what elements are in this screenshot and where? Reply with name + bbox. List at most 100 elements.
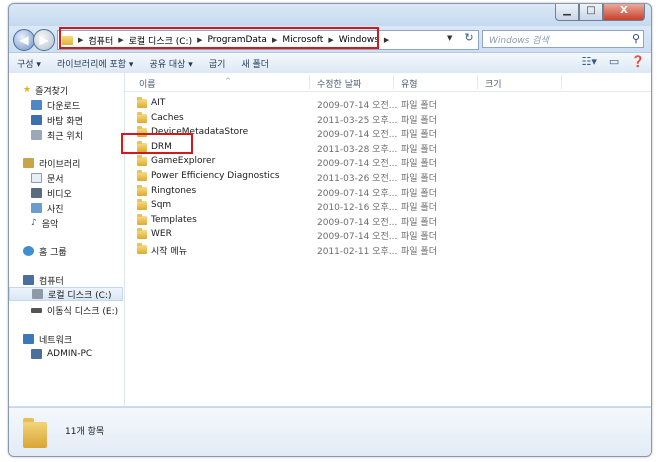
sidebar-label: 최근 위치 (47, 131, 83, 142)
folder-icon (137, 228, 147, 240)
file-row[interactable]: 시작 메뉴 2011-02-11 오후... 파일 폴더 (125, 243, 651, 257)
sidebar-item-documents[interactable]: 문서 (31, 171, 64, 185)
sidebar-item-local-disk[interactable]: 로컬 디스크 (C:) (9, 287, 123, 301)
column-divider[interactable] (393, 75, 394, 89)
sidebar-item-downloads[interactable]: 다운로드 (31, 98, 80, 112)
file-row[interactable]: AIT 2009-07-14 오전... 파일 폴더 (125, 97, 651, 111)
refresh-icon[interactable]: ↻ (461, 30, 477, 46)
file-type: 파일 폴더 (401, 217, 437, 228)
file-type: 파일 폴더 (401, 144, 437, 155)
folder-icon (137, 97, 147, 108)
title-bar[interactable]: ▁ □ X (9, 4, 651, 26)
file-type: 파일 폴더 (401, 174, 437, 184)
details-pane: 11개 항목 (9, 407, 651, 456)
file-date: 2011-02-11 오후... (317, 247, 398, 257)
close-button[interactable]: X (603, 4, 645, 21)
column-header-size[interactable]: 크기 (485, 77, 502, 90)
file-type: 파일 폴더 (401, 247, 437, 257)
file-row[interactable]: WER 2009-07-14 오전... 파일 폴더 (125, 228, 651, 242)
sidebar-item-music[interactable]: ♪ 음악 (31, 216, 58, 230)
preview-pane-icon[interactable]: ▭ (609, 55, 619, 68)
folder-icon (137, 111, 147, 123)
sidebar-label: ADMIN-PC (47, 349, 93, 359)
organize-button[interactable]: 구성 ▾ (9, 57, 49, 70)
sidebar-item-removable-disk[interactable]: 이동식 디스크 (E:) (31, 303, 118, 317)
music-icon: ♪ (31, 218, 37, 228)
file-row[interactable]: Templates 2009-07-14 오전... 파일 폴더 (125, 213, 651, 228)
folder-icon (137, 243, 147, 254)
sidebar-libraries[interactable]: 라이브러리 (23, 156, 80, 170)
file-name: Power Efficiency Diagnostics (151, 171, 280, 181)
sort-ascending-icon: ^ (225, 77, 231, 85)
sidebar-item-desktop[interactable]: 바탕 화면 (31, 113, 83, 127)
sidebar-network[interactable]: 네트워크 (23, 332, 72, 346)
view-options-icon[interactable]: ☷▾ (582, 55, 597, 68)
pictures-icon (31, 203, 42, 213)
file-type: 파일 폴더 (401, 188, 437, 199)
chevron-right-icon: ▶ (383, 36, 390, 44)
sidebar-label: 바탕 화면 (47, 116, 83, 127)
file-date: 2009-07-14 오전... (317, 159, 398, 170)
help-icon[interactable]: ❓ (631, 55, 645, 68)
column-header-type[interactable]: 유형 (401, 77, 418, 90)
include-in-library-button[interactable]: 라이브러리에 포함 ▾ (49, 57, 141, 70)
navigation-pane: ★ 즐겨찾기 다운로드 바탕 화면 최근 위치 라이브러리 문서 비디오 사진 … (9, 73, 125, 406)
sidebar-item-recent[interactable]: 최근 위치 (31, 128, 83, 142)
view-controls: ☷▾ ▭ ❓ (582, 55, 646, 68)
star-icon: ★ (23, 85, 32, 95)
sidebar-item-videos[interactable]: 비디오 (31, 186, 72, 200)
file-row[interactable]: DeviceMetadataStore 2009-07-14 오전... 파일 폴더 (125, 126, 651, 140)
file-row[interactable]: Caches 2011-03-25 오후... 파일 폴더 (125, 111, 651, 126)
file-date: 2011-03-25 오후... (317, 115, 398, 126)
file-type: 파일 폴더 (401, 115, 437, 126)
computer-icon (23, 275, 34, 285)
share-with-button[interactable]: 공유 대상 ▾ (141, 57, 200, 70)
sidebar-item-pictures[interactable]: 사진 (31, 201, 64, 215)
forward-button[interactable]: ▶ (33, 29, 55, 51)
sidebar-label: 라이브러리 (39, 159, 81, 170)
explorer-window: ▁ □ X ◀ ▶ ▶ 컴퓨터 ▶ 로컬 디스크 (C:) ▶ ProgramD… (8, 3, 652, 457)
column-headers: 이름 ^ 수정한 날짜 유형 크기 (125, 73, 651, 92)
sidebar-label: 홈 그룹 (39, 247, 67, 258)
file-list: 이름 ^ 수정한 날짜 유형 크기 AIT 2009-07-14 오전... 파일 … (125, 73, 651, 406)
column-header-name[interactable]: 이름 (139, 77, 156, 90)
sidebar-label: 즐겨찾기 (35, 86, 69, 97)
file-name: GameExplorer (151, 156, 216, 167)
minimize-button[interactable]: ▁ (555, 4, 579, 21)
column-header-date[interactable]: 수정한 날짜 (317, 77, 361, 90)
libraries-icon (23, 158, 34, 168)
burn-button[interactable]: 굽기 (201, 57, 234, 70)
desktop-icon (31, 115, 42, 125)
network-icon (23, 334, 34, 344)
new-folder-button[interactable]: 새 폴더 (233, 57, 277, 70)
file-date: 2009-07-14 오전... (317, 101, 398, 111)
file-row[interactable]: Sqm 2010-12-16 오후... 파일 폴더 (125, 199, 651, 213)
folder-icon (137, 184, 147, 196)
file-name: Ringtones (151, 185, 197, 196)
file-date: 2011-03-28 오후... (317, 144, 398, 155)
documents-icon (31, 173, 42, 183)
search-icon[interactable]: ⚲ (632, 32, 640, 45)
file-date: 2009-07-14 오후... (317, 188, 398, 199)
file-row[interactable]: GameExplorer 2009-07-14 오전... 파일 폴더 (125, 155, 651, 169)
sidebar-label: 컴퓨터 (39, 276, 64, 287)
sidebar-computer[interactable]: 컴퓨터 (23, 273, 64, 287)
address-dropdown-icon[interactable]: ▼ (447, 34, 452, 42)
maximize-button[interactable]: □ (579, 4, 603, 21)
search-input[interactable]: Windows 검색 ⚲ (482, 30, 644, 48)
file-row[interactable]: Power Efficiency Diagnostics 2011-03-26 오… (125, 170, 651, 184)
file-name: Templates (151, 214, 197, 225)
file-row[interactable]: DRM 2011-03-28 오후... 파일 폴더 (125, 140, 651, 155)
column-divider[interactable] (309, 75, 310, 89)
column-divider[interactable] (561, 75, 562, 89)
sidebar-homegroup[interactable]: 홈 그룹 (23, 244, 67, 258)
column-divider[interactable] (477, 75, 478, 89)
file-name: Caches (151, 112, 184, 123)
sidebar-item-admin-pc[interactable]: ADMIN-PC (31, 347, 92, 361)
search-placeholder: Windows 검색 (489, 35, 549, 46)
file-row[interactable]: Ringtones 2009-07-14 오후... 파일 폴더 (125, 184, 651, 199)
sidebar-favorites[interactable]: ★ 즐겨찾기 (23, 83, 68, 97)
homegroup-icon (23, 246, 34, 256)
back-button[interactable]: ◀ (13, 29, 35, 51)
folder-icon (137, 213, 147, 225)
